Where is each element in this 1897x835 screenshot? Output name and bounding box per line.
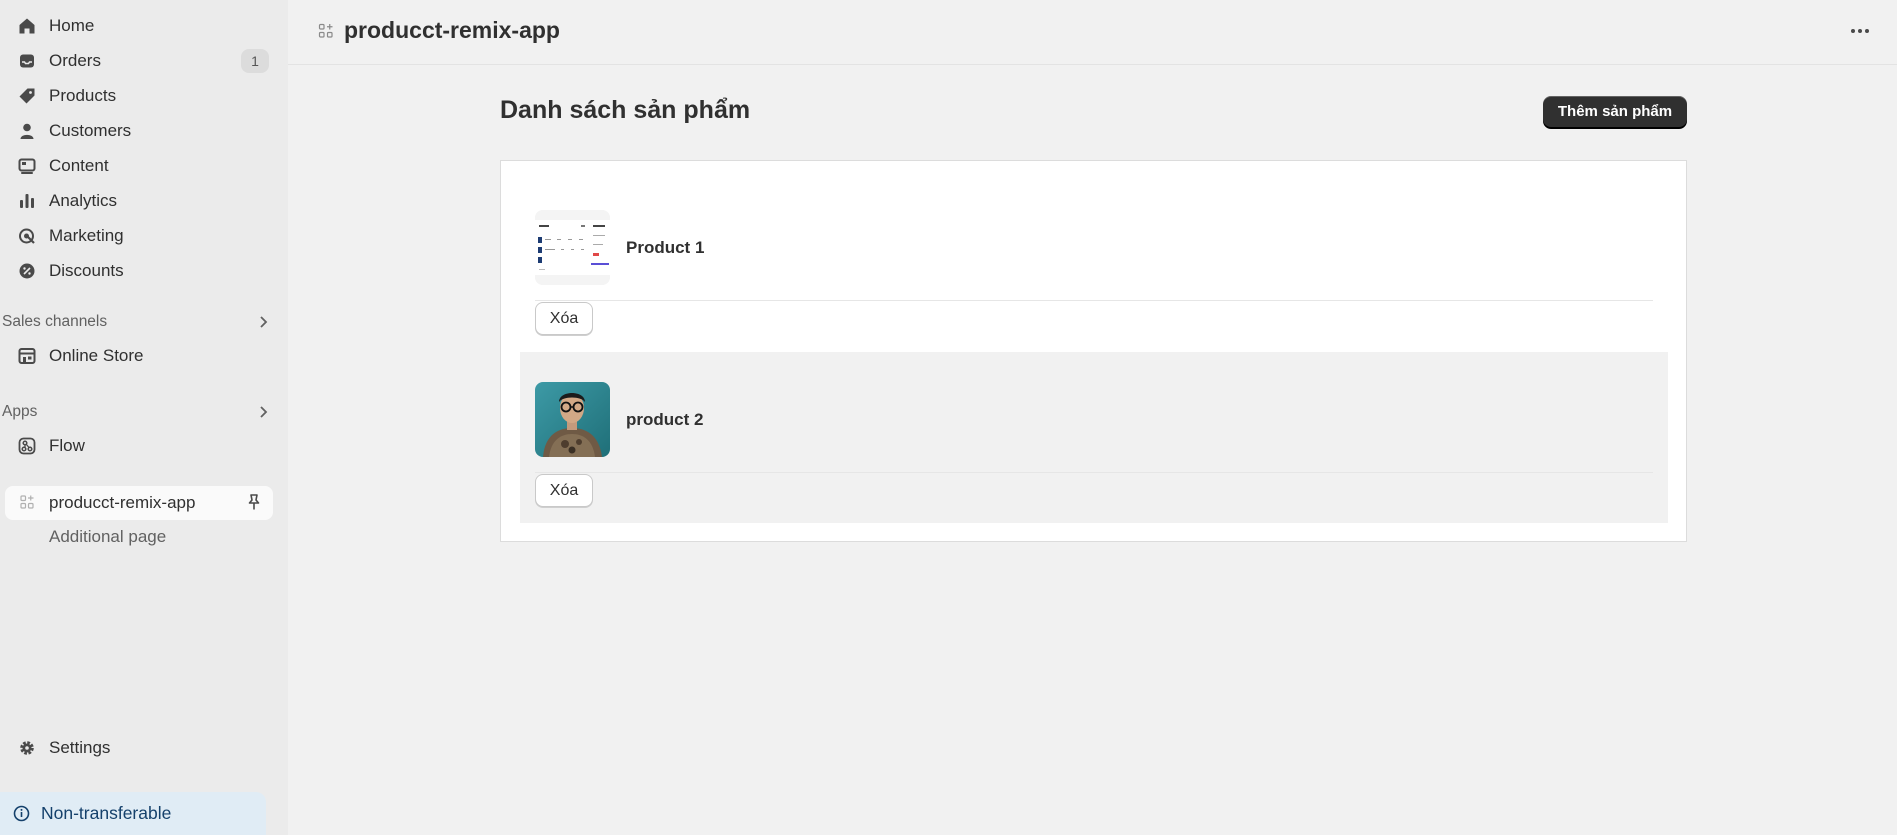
sidebar-item-label: Products <box>49 86 117 105</box>
sidebar-item-label: Discounts <box>49 261 124 280</box>
product-thumbnail[interactable] <box>535 382 610 457</box>
product-name[interactable]: product 2 <box>626 410 703 430</box>
delete-product-button[interactable]: Xóa <box>535 474 593 507</box>
sidebar-item-home[interactable]: Home <box>0 9 288 43</box>
sidebar-subitem-additional-page[interactable]: Additional page <box>49 527 166 547</box>
home-icon <box>17 16 37 36</box>
non-transferable-notice[interactable]: Non-transferable <box>0 792 266 835</box>
info-icon <box>13 805 30 827</box>
inbox-icon <box>17 51 37 71</box>
sidebar-item-settings[interactable]: Settings <box>0 731 288 765</box>
non-transferable-label: Non-transferable <box>41 803 172 823</box>
sidebar-item-label: Online Store <box>49 346 144 365</box>
discount-icon <box>17 261 37 281</box>
sidebar-item-label: Home <box>49 16 95 35</box>
chevron-right-icon[interactable] <box>255 404 271 425</box>
sidebar-item-online-store[interactable]: Online Store <box>0 339 288 373</box>
row-divider <box>535 472 1653 473</box>
sidebar-item-flow[interactable]: Flow <box>0 429 288 463</box>
sidebar-item-analytics[interactable]: Analytics <box>0 184 288 218</box>
sidebar-item-label: producct-remix-app <box>49 493 196 512</box>
product-name[interactable]: Product 1 <box>626 238 704 258</box>
chevron-right-icon[interactable] <box>255 314 271 335</box>
sidebar-item-marketing[interactable]: Marketing <box>0 219 288 253</box>
sidebar-item-products[interactable]: Products <box>0 79 288 113</box>
sidebar-item-label: Flow <box>49 436 85 455</box>
sidebar-item-label: Customers <box>49 121 132 140</box>
tag-icon <box>17 86 37 106</box>
sidebar-item-content[interactable]: Content <box>0 149 288 183</box>
store-icon <box>17 346 37 366</box>
product-list-card: Product 1 Xóa product 2 Xóa <box>500 160 1687 542</box>
sidebar-item-label: Content <box>49 156 109 175</box>
orders-count-badge: 1 <box>241 49 269 73</box>
sidebar-item-orders[interactable]: Orders 1 <box>0 44 288 78</box>
app-grid-icon <box>318 23 334 44</box>
product-row: product 2 Xóa <box>520 352 1668 523</box>
delete-product-button[interactable]: Xóa <box>535 302 593 335</box>
apps-header[interactable]: Apps <box>2 398 282 426</box>
sales-channels-header[interactable]: Sales channels <box>2 308 282 336</box>
flow-icon <box>17 436 37 456</box>
app-grid-icon <box>18 493 36 516</box>
sidebar-item-label: Orders <box>49 51 101 70</box>
row-divider <box>535 300 1653 301</box>
more-actions-icon[interactable] <box>1849 20 1871 47</box>
content-icon <box>17 156 37 176</box>
app-title: producct-remix-app <box>344 17 560 43</box>
gear-icon <box>17 738 37 758</box>
sidebar: Home Orders 1 Products Customers Content… <box>0 0 288 835</box>
product-thumbnail[interactable] <box>535 210 610 285</box>
add-product-button[interactable]: Thêm sản phẩm <box>1543 96 1687 127</box>
sidebar-item-customers[interactable]: Customers <box>0 114 288 148</box>
page-title: Danh sách sản phẩm <box>500 96 751 124</box>
pin-icon[interactable] <box>245 493 263 516</box>
app-title-bar: producct-remix-app <box>288 0 1897 65</box>
sidebar-item-label: Settings <box>49 738 111 757</box>
product-row: Product 1 Xóa <box>520 180 1668 335</box>
sidebar-item-discounts[interactable]: Discounts <box>0 254 288 288</box>
target-icon <box>17 226 37 246</box>
sidebar-item-producct-remix-app[interactable]: producct-remix-app <box>5 486 273 520</box>
sidebar-item-label: Analytics <box>49 191 118 210</box>
sidebar-item-label: Marketing <box>49 226 124 245</box>
bar-chart-icon <box>17 191 37 211</box>
person-icon <box>17 121 37 141</box>
